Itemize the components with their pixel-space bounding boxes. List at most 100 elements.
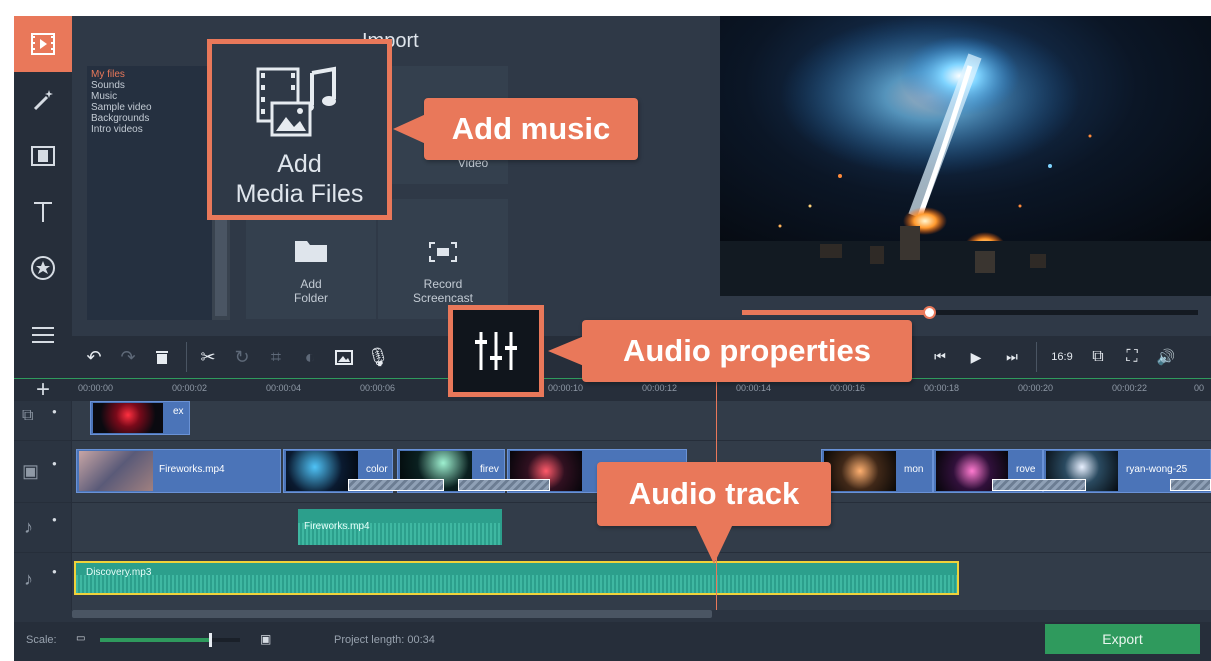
transition-marker[interactable] bbox=[992, 479, 1086, 491]
fullscreen-button[interactable]: ⛶ bbox=[1118, 343, 1146, 371]
more-tools-button[interactable] bbox=[14, 312, 72, 358]
project-length: Project length: 00:34 bbox=[334, 634, 435, 646]
video-clip-name: firev bbox=[480, 464, 499, 475]
undo-icon: ↶ bbox=[86, 346, 102, 367]
plus-icon: + bbox=[36, 376, 51, 403]
add-media-files-label-2: Media Files bbox=[235, 180, 364, 208]
category-intro-videos[interactable]: Intro videos bbox=[91, 124, 223, 135]
video-clip-name: rove bbox=[1016, 464, 1036, 475]
ruler-tick: 00:00:00 bbox=[78, 383, 114, 393]
category-my-files[interactable]: My files bbox=[91, 69, 223, 80]
add-media-files-button[interactable]: Add Media Files bbox=[207, 39, 392, 220]
linked-audio-clip[interactable]: Fireworks.mp4 bbox=[298, 509, 502, 545]
list-menu-icon bbox=[32, 327, 54, 343]
star-badge-icon bbox=[31, 256, 55, 280]
stickers-tab-button[interactable] bbox=[14, 240, 72, 296]
overlay-track: ⧉ ● ex bbox=[14, 400, 1211, 440]
play-button[interactable]: ▶ bbox=[962, 343, 990, 371]
toolbar-divider bbox=[186, 342, 187, 372]
transition-icon bbox=[31, 146, 55, 166]
visibility-icon[interactable]: ● bbox=[52, 407, 57, 416]
picture-icon bbox=[335, 349, 353, 365]
film-import-icon bbox=[31, 33, 55, 55]
undo-button[interactable]: ↶ bbox=[80, 343, 108, 371]
music-note-icon: ♪ bbox=[24, 569, 33, 589]
ruler-tick: 00:00:20 bbox=[1018, 383, 1054, 393]
ruler-tick: 00:00:02 bbox=[172, 383, 208, 393]
image-properties-button[interactable] bbox=[330, 343, 358, 371]
pop-out-preview-button[interactable]: ⧉ bbox=[1084, 343, 1112, 371]
filters-tab-button[interactable] bbox=[14, 72, 72, 128]
zoom-out-icon[interactable]: ▭ bbox=[76, 633, 85, 644]
category-backgrounds[interactable]: Backgrounds bbox=[91, 113, 223, 124]
audio-properties-button[interactable] bbox=[448, 305, 544, 397]
record-screencast-label-1: Record bbox=[423, 277, 463, 291]
rotate-button[interactable]: ↻ bbox=[228, 343, 256, 371]
record-voice-button[interactable]: 🎙 bbox=[364, 343, 392, 371]
overlay-clip[interactable]: ex bbox=[90, 401, 190, 435]
previous-button[interactable]: ⏮ bbox=[926, 343, 954, 371]
ruler-tick: 00:00:22 bbox=[1112, 383, 1148, 393]
export-button-label: Export bbox=[1102, 631, 1143, 647]
overlay-track-header: ⧉ ● bbox=[14, 401, 72, 440]
skip-back-icon: ⏮ bbox=[934, 349, 946, 364]
video-clip[interactable]: mon bbox=[821, 449, 933, 493]
overlay-clip-name: ex bbox=[173, 406, 184, 417]
preview-seek-bar[interactable] bbox=[742, 306, 1198, 319]
redo-button[interactable]: ↷ bbox=[114, 343, 142, 371]
import-panel: Import My files Sounds Music Sample vide… bbox=[72, 16, 718, 336]
music-track: ♪ ● Discovery.mp3 bbox=[14, 552, 1211, 610]
audio-properties-callout: Audio properties bbox=[582, 320, 912, 382]
record-screencast-button[interactable]: Record Screencast bbox=[378, 199, 508, 319]
mute-icon[interactable]: ● bbox=[52, 567, 57, 576]
audio-waveform bbox=[76, 575, 957, 593]
audio-properties-callout-arrow bbox=[548, 336, 584, 366]
color-adjust-button[interactable]: ◐ bbox=[296, 343, 324, 371]
scissors-icon: ✂ bbox=[200, 346, 216, 367]
ruler-tick: 00:00:04 bbox=[266, 383, 302, 393]
scale-slider-handle[interactable] bbox=[209, 633, 213, 647]
preview-panel bbox=[718, 16, 1211, 336]
audio-track-callout-text: Audio track bbox=[628, 476, 800, 511]
titles-tab-button[interactable] bbox=[14, 184, 72, 240]
aspect-ratio-label: 16:9 bbox=[1051, 351, 1073, 363]
visibility-icon[interactable]: ● bbox=[52, 515, 57, 524]
scale-slider[interactable] bbox=[100, 633, 240, 647]
aspect-ratio-button[interactable]: 16:9 bbox=[1046, 343, 1078, 371]
record-screencast-label-2: Screencast bbox=[412, 291, 474, 305]
crop-button[interactable]: ⌗ bbox=[262, 343, 290, 371]
category-music[interactable]: Music bbox=[91, 91, 223, 102]
split-button[interactable]: ✂ bbox=[194, 343, 222, 371]
timeline-horizontal-scrollbar[interactable] bbox=[72, 610, 712, 618]
import-tab-button[interactable] bbox=[14, 16, 72, 72]
ruler-tick: 00:00:10 bbox=[548, 383, 584, 393]
overlay-track-icon: ⧉ bbox=[22, 407, 34, 424]
add-music-callout: Add music bbox=[424, 98, 638, 160]
status-bar: Scale: ▭ ▣ Project length: 00:34 Export bbox=[14, 622, 1211, 661]
video-clip[interactable]: Fireworks.mp4 bbox=[76, 449, 281, 493]
transitions-tab-button[interactable] bbox=[14, 128, 72, 184]
music-clip[interactable]: Discovery.mp3 bbox=[74, 561, 959, 595]
external-window-icon: ⧉ bbox=[1092, 348, 1104, 365]
zoom-in-icon[interactable]: ▣ bbox=[260, 632, 271, 646]
video-clip-thumbnail bbox=[79, 451, 153, 491]
media-files-icon bbox=[256, 66, 336, 137]
visibility-icon[interactable]: ● bbox=[52, 459, 57, 468]
add-folder-label-1: Add bbox=[300, 277, 322, 291]
delete-button[interactable] bbox=[148, 343, 176, 371]
next-button[interactable]: ⏭ bbox=[998, 343, 1026, 371]
transition-marker[interactable] bbox=[458, 479, 550, 491]
transition-marker[interactable] bbox=[1170, 479, 1211, 491]
category-sample-video[interactable]: Sample video bbox=[91, 102, 223, 113]
transition-marker[interactable] bbox=[348, 479, 444, 491]
video-clip-name: ryan-wong-25 bbox=[1126, 464, 1188, 475]
volume-button[interactable]: 🔊 bbox=[1152, 343, 1180, 371]
export-button[interactable]: Export bbox=[1045, 624, 1200, 654]
category-sounds[interactable]: Sounds bbox=[91, 80, 223, 91]
ruler-tick: 00 bbox=[1194, 383, 1205, 393]
seek-bar-handle[interactable] bbox=[922, 306, 936, 319]
video-clip-name: Fireworks.mp4 bbox=[159, 464, 225, 475]
music-track-header: ♪ ● bbox=[14, 553, 72, 610]
equalizer-sliders-icon bbox=[475, 332, 517, 370]
video-clip-name: mon bbox=[904, 464, 924, 475]
